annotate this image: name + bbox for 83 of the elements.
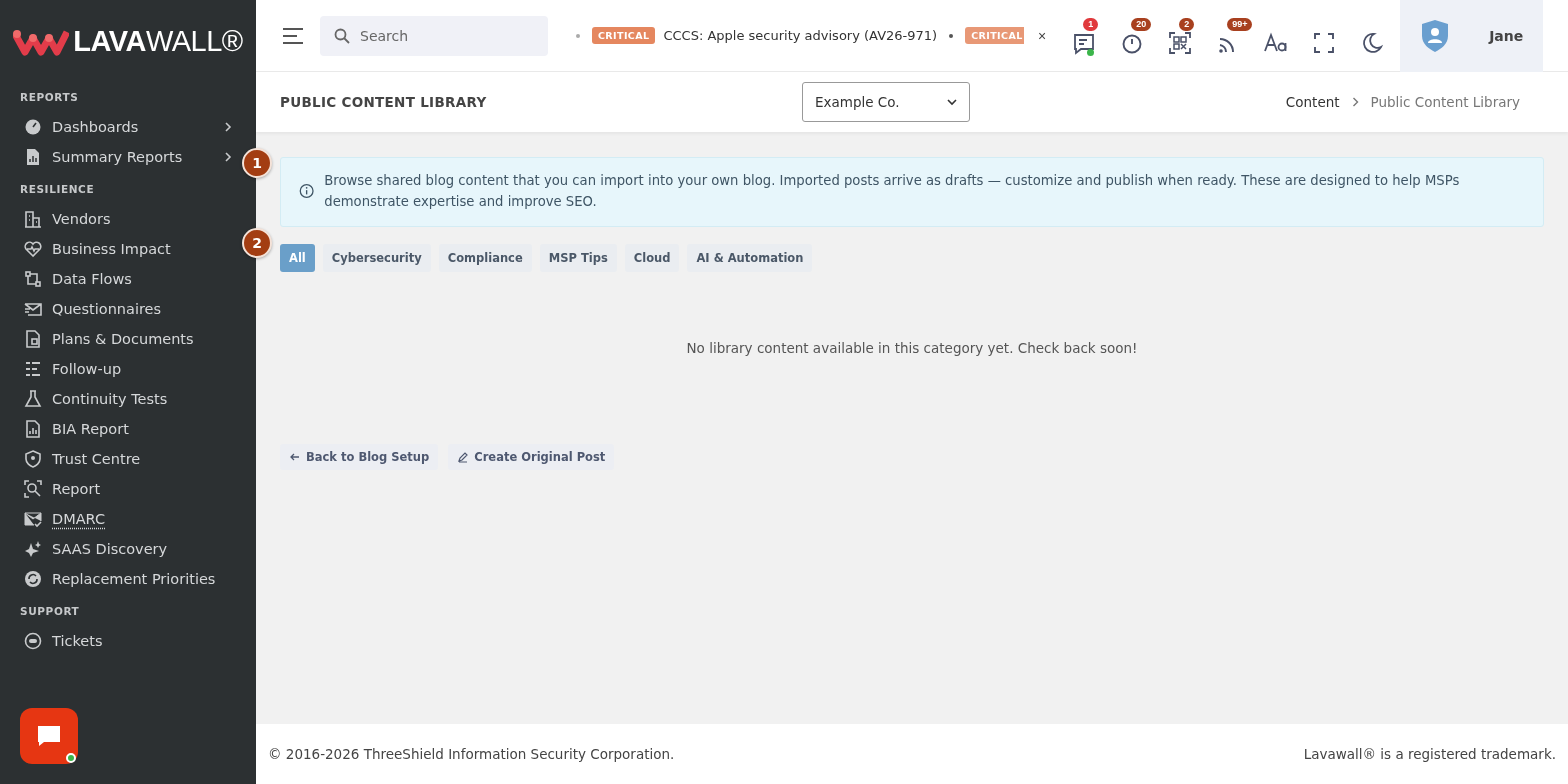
notification-button[interactable]: 2 [1164,17,1205,58]
nav-item[interactable]: Plans & Documents [0,324,238,354]
support-icon [24,632,42,650]
user-name: Jane [1489,27,1524,44]
chevron-right-icon [1351,97,1359,107]
nav-item[interactable]: DMARC [0,504,238,534]
info-message: Browse shared blog content that you can import into your own blog. Imported posts arrive as drafts — customize and publish when ready. These are designed to help MSPs demonstrate expertise and improve SEO. [324,172,1461,211]
nav-item[interactable]: Summary Reports [0,142,238,172]
breadcrumb-current: Public Content Library [1370,94,1520,110]
info-icon [299,182,315,200]
news-headline[interactable]: CCCS: Apple security advisory (AV26-971) [663,28,938,43]
nav-item[interactable]: BIA Report [0,414,238,444]
nav-item[interactable]: Business Impact [0,234,238,264]
avatar-shield-icon [1419,18,1450,53]
search-field[interactable]: Search [320,15,548,56]
nav-item[interactable]: Report [0,474,238,504]
section-heading: SUPPORT [19,604,81,619]
callout-marker: 2 [242,228,272,258]
chevron-right-icon [224,151,232,163]
separator-dot [949,33,954,38]
section-heading: RESILIENCE [19,182,96,197]
report-icon [24,148,42,166]
shield-star-icon [24,450,42,468]
chat-bubble-icon [36,724,62,748]
category-tab[interactable]: Compliance [438,244,532,272]
nav-item[interactable]: Questionnaires [0,294,238,324]
nav-item[interactable]: Vendors [0,204,238,234]
action-button[interactable]: Back to Blog Setup [280,444,439,470]
category-tab[interactable]: AI & Automation [687,244,813,272]
severity-tag: CRITICAL [592,27,656,44]
copyright-text: © 2016-2026 ThreeShield Information Security Corporation. [268,746,675,762]
section-heading: REPORTS [19,90,80,105]
arrow-left-icon [289,451,301,463]
nav-item[interactable]: Replacement Priorities [0,564,238,594]
empty-state-message: No library content available in this category yet. Check back soon! [685,340,1139,356]
mail-check-icon [24,510,42,528]
refresh-circle-icon [24,570,42,588]
category-tab[interactable]: MSP Tips [539,244,617,272]
nav-item[interactable]: Trust Centre [0,444,238,474]
envelope-icon [24,300,42,318]
search-report-icon [24,480,42,498]
count-badge: 99+ [1227,17,1253,31]
chevron-down-icon [947,98,957,106]
menu-button[interactable] [282,26,304,45]
nav-item[interactable]: SAAS Discovery [0,534,238,564]
callout-marker: 1 [242,148,272,178]
notification-button[interactable]: 1 [1068,17,1109,58]
notification-button[interactable]: 20 [1116,17,1157,58]
trademark-text: Lavawall® is a registered trademark. [1303,746,1556,762]
page-title: PUBLIC CONTENT LIBRARY [280,94,488,110]
qr-code-icon [1167,29,1194,56]
chevron-right-icon [224,121,232,133]
severity-tag: CRITICAL [965,27,1024,44]
flow-icon [24,270,42,288]
nav-item[interactable]: Follow-up [0,354,238,384]
close-button[interactable]: × [1038,27,1047,44]
checklist-icon [24,360,42,378]
nav-item[interactable]: Dashboards [0,112,238,142]
gauge-icon [24,118,42,136]
chat-launcher-button[interactable] [20,708,78,764]
count-badge: 20 [1131,17,1152,31]
user-menu[interactable]: Jane [1400,0,1543,72]
pencil-icon [457,451,470,463]
category-tab[interactable]: Cybersecurity [322,244,431,272]
nav-item[interactable]: Data Flows [0,264,238,294]
count-badge: 2 [1179,17,1195,31]
category-tab[interactable]: Cloud [624,244,680,272]
count-badge: 1 [1083,17,1099,31]
company-dropdown[interactable]: Example Co. [802,82,970,122]
logo-wordmark: LAVAWALL® [73,24,243,58]
notification-button[interactable]: 99+ [1212,17,1253,58]
heart-pulse-icon [24,240,42,258]
chart-document-icon [24,420,42,438]
building-icon [24,210,42,228]
action-button[interactable]: Create Original Post [448,444,615,470]
breadcrumb-link[interactable]: Content [1285,94,1340,110]
separator-dot [576,33,580,38]
flask-icon [24,390,42,408]
menu-icon [282,26,304,45]
nav-item[interactable]: Continuity Tests [0,384,238,414]
nav-item[interactable]: Tickets [0,626,238,656]
sparkles-icon [24,540,42,558]
document-icon [24,330,42,348]
